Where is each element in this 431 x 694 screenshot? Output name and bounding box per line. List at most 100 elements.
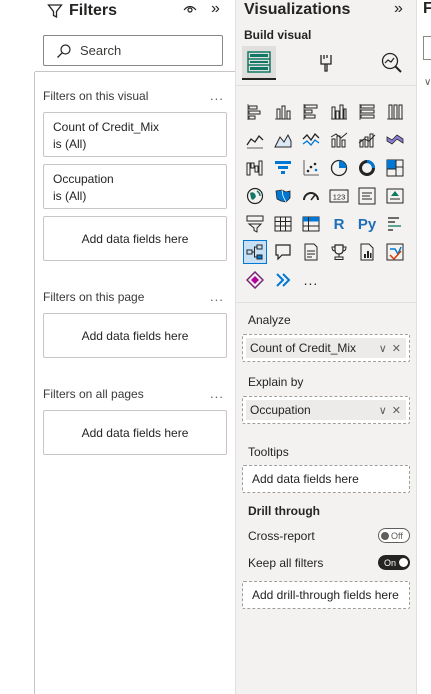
explain-by-field-name: Occupation — [250, 403, 311, 417]
divider — [35, 71, 235, 72]
all-pages-filters-drop-zone[interactable]: Add data fields here — [43, 410, 227, 455]
visual-filters-drop-zone[interactable]: Add data fields here — [43, 216, 227, 261]
eye-icon[interactable] — [183, 2, 197, 20]
gauge-icon[interactable] — [300, 185, 322, 207]
kpi-icon[interactable] — [384, 185, 406, 207]
more-options-icon[interactable]: ... — [210, 289, 224, 304]
analyze-well[interactable]: Count of Credit_Mix ∨ ✕ — [242, 334, 410, 362]
filters-search-input[interactable]: Search — [43, 35, 223, 66]
filled-map-icon[interactable] — [272, 185, 294, 207]
line-chart-icon[interactable] — [244, 129, 266, 151]
toggle-state: On — [384, 557, 397, 568]
power-apps-icon[interactable] — [244, 269, 266, 291]
app-root: Filters » Search Filters on this visual … — [0, 0, 431, 694]
keep-all-filters-row: Keep all filters On — [248, 555, 410, 570]
pane-left-border — [34, 72, 35, 694]
explain-by-well[interactable]: Occupation ∨ ✕ — [242, 396, 410, 424]
search-placeholder: Search — [80, 43, 122, 58]
divider — [236, 302, 416, 303]
tab-build-visual[interactable] — [242, 46, 276, 80]
tab-analytics[interactable] — [375, 46, 409, 80]
r-visual-icon[interactable]: R — [328, 213, 350, 235]
filters-header: Filters — [47, 0, 117, 22]
keep-all-filters-toggle[interactable]: On — [378, 555, 410, 570]
cross-report-toggle[interactable]: Off — [378, 528, 410, 543]
drill-through-label: Drill through — [248, 504, 320, 518]
clustered-column-chart-icon[interactable] — [328, 101, 350, 123]
collapse-filters-icon[interactable]: » — [211, 0, 220, 18]
analyze-field-pill[interactable]: Count of Credit_Mix ∨ ✕ — [246, 338, 406, 358]
trophy-icon[interactable] — [328, 241, 350, 263]
clustered-bar-chart-icon[interactable] — [300, 101, 322, 123]
key-influencers-icon[interactable] — [384, 213, 406, 235]
build-visual-label: Build visual — [244, 28, 312, 42]
stacked-column-chart-icon[interactable] — [272, 101, 294, 123]
tooltips-drop-zone[interactable]: Add data fields here — [242, 465, 410, 493]
chevron-icon[interactable]: ∨ — [424, 77, 431, 88]
close-icon[interactable]: ✕ — [392, 342, 401, 355]
filters-on-all-pages-label: Filters on all pages — [43, 387, 144, 401]
search-icon — [57, 43, 71, 58]
filters-on-page-label: Filters on this page — [43, 290, 145, 304]
treemap-icon[interactable] — [384, 157, 406, 179]
map-icon[interactable] — [244, 185, 266, 207]
qna-icon[interactable] — [272, 241, 294, 263]
build-visual-icon — [247, 51, 271, 73]
toggle-knob — [399, 558, 409, 567]
analyze-label: Analyze — [248, 313, 291, 327]
waterfall-chart-icon[interactable] — [244, 157, 266, 179]
fields-search-input[interactable] — [423, 36, 431, 60]
cross-report-row: Cross-report Off — [248, 528, 410, 543]
tab-format-visual[interactable] — [309, 46, 343, 80]
filter-card-value: is (All) — [53, 189, 87, 203]
analytics-magnifier-icon — [381, 52, 402, 73]
toggle-knob — [381, 531, 389, 540]
page-filters-drop-zone[interactable]: Add data fields here — [43, 313, 227, 358]
python-visual-icon[interactable]: Py — [356, 213, 378, 235]
ribbon-chart-icon[interactable] — [384, 129, 406, 151]
filter-funnel-icon — [47, 4, 63, 19]
card-icon[interactable]: 123 — [328, 185, 350, 207]
more-options-icon[interactable]: ... — [210, 88, 224, 103]
collapse-visualizations-icon[interactable]: » — [394, 0, 403, 18]
scatter-chart-icon[interactable] — [300, 157, 322, 179]
chevron-down-icon[interactable]: ∨ — [379, 404, 387, 417]
explain-by-field-pill[interactable]: Occupation ∨ ✕ — [246, 400, 406, 420]
100-percent-column-chart-icon[interactable] — [384, 101, 406, 123]
paginated-report-icon[interactable] — [356, 241, 378, 263]
multi-row-card-icon[interactable] — [356, 185, 378, 207]
close-icon[interactable]: ✕ — [392, 404, 401, 417]
more-visuals-icon[interactable]: ... — [300, 269, 322, 291]
power-automate-icon[interactable] — [384, 241, 406, 263]
line-and-clustered-column-icon[interactable] — [356, 129, 378, 151]
stacked-area-chart-icon[interactable] — [300, 129, 322, 151]
slicer-icon[interactable] — [244, 213, 266, 235]
smart-narrative-icon[interactable] — [300, 241, 322, 263]
filters-pane: Filters » Search Filters on this visual … — [0, 0, 236, 694]
filter-card-occupation[interactable]: Occupation is (All) — [43, 164, 227, 209]
cross-report-label: Cross-report — [248, 529, 315, 543]
table-icon[interactable] — [272, 213, 294, 235]
pie-chart-icon[interactable] — [328, 157, 350, 179]
more-options-icon[interactable]: ... — [210, 386, 224, 401]
drill-through-drop-zone[interactable]: Add drill-through fields here — [242, 581, 410, 609]
chevron-down-icon[interactable]: ∨ — [379, 342, 387, 355]
line-and-stacked-column-icon[interactable] — [328, 129, 350, 151]
decomposition-tree-icon[interactable] — [243, 240, 267, 264]
funnel-chart-icon[interactable] — [272, 157, 294, 179]
analyze-field-name: Count of Credit_Mix — [250, 341, 357, 355]
donut-chart-icon[interactable] — [356, 157, 378, 179]
100-percent-bar-chart-icon[interactable] — [356, 101, 378, 123]
stacked-bar-chart-icon[interactable] — [244, 101, 266, 123]
tooltips-label: Tooltips — [248, 445, 289, 459]
filter-card-credit-mix[interactable]: Count of Credit_Mix is (All) — [43, 112, 227, 157]
paintbrush-icon — [320, 55, 332, 72]
filters-on-visual-label: Filters on this visual — [43, 89, 149, 103]
power-automate-chevron-icon[interactable] — [272, 269, 294, 291]
filter-card-field: Occupation — [53, 172, 114, 186]
visualizations-pane: Visualizations » Build visual 123 R Py .… — [236, 0, 416, 694]
divider — [236, 85, 416, 86]
card-icon-number: 123 — [333, 193, 346, 202]
area-chart-icon[interactable] — [272, 129, 294, 151]
matrix-icon[interactable] — [300, 213, 322, 235]
